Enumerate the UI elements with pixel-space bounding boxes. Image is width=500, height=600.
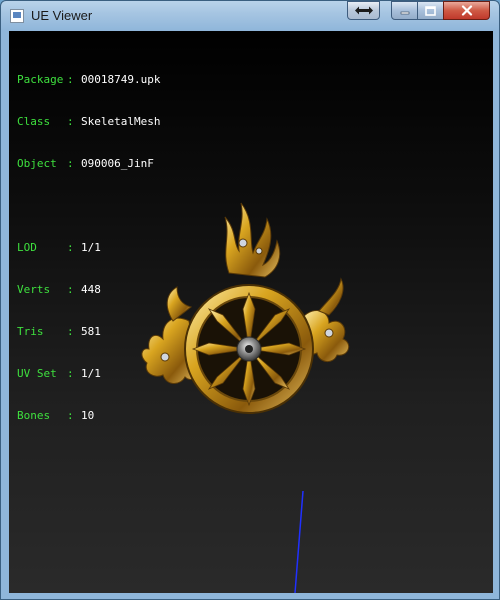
info-separator: : — [67, 367, 74, 380]
info-separator: : — [67, 115, 74, 128]
info-object-row: Object:090006_JinF — [17, 157, 160, 171]
info-value: SkeletalMesh — [81, 115, 161, 128]
info-separator: : — [67, 241, 74, 254]
info-label: Tris — [17, 325, 44, 338]
render-viewport[interactable]: Package:00018749.upk Class: SkeletalMesh … — [9, 31, 493, 593]
info-class-row: Class: SkeletalMesh — [17, 115, 160, 129]
info-label: Object — [17, 157, 57, 170]
info-separator: : — [67, 325, 74, 338]
double-arrow-icon — [354, 6, 373, 15]
title-bar[interactable]: UE Viewer — [1, 1, 499, 31]
info-label: Bones — [17, 409, 51, 422]
info-label: LOD — [17, 241, 37, 254]
resize-button[interactable] — [347, 1, 380, 20]
maximize-button[interactable] — [417, 1, 444, 20]
z-axis-line — [294, 491, 304, 593]
info-value: 090006_JinF — [81, 157, 154, 170]
window-title: UE Viewer — [31, 8, 93, 23]
close-icon — [461, 5, 472, 16]
info-label: Class — [17, 115, 51, 128]
app-window: UE Viewer Package:00018749.upk Class: S… — [0, 0, 500, 600]
info-label: UV Set — [17, 367, 57, 380]
top-flame-ornament — [224, 202, 281, 278]
minimize-icon — [400, 11, 409, 14]
info-separator: : — [67, 283, 74, 296]
info-value: 448 — [81, 283, 101, 296]
minimize-button[interactable] — [391, 1, 418, 20]
wheel-body — [184, 284, 314, 414]
app-icon — [10, 9, 24, 23]
info-value: 1/1 — [81, 367, 101, 380]
info-label: Package — [17, 73, 64, 86]
info-separator: : — [67, 73, 74, 86]
dharma-wheel-mesh — [141, 202, 350, 414]
info-separator: : — [67, 157, 74, 170]
info-separator: : — [67, 409, 74, 422]
close-button[interactable] — [443, 1, 490, 20]
info-value: 00018749.upk — [81, 73, 161, 86]
info-package-row: Package:00018749.upk — [17, 73, 160, 87]
maximize-icon — [425, 5, 436, 16]
info-value: 581 — [81, 325, 101, 338]
info-label: Verts — [17, 283, 51, 296]
info-value: 1/1 — [81, 241, 101, 254]
info-value: 10 — [81, 409, 95, 422]
